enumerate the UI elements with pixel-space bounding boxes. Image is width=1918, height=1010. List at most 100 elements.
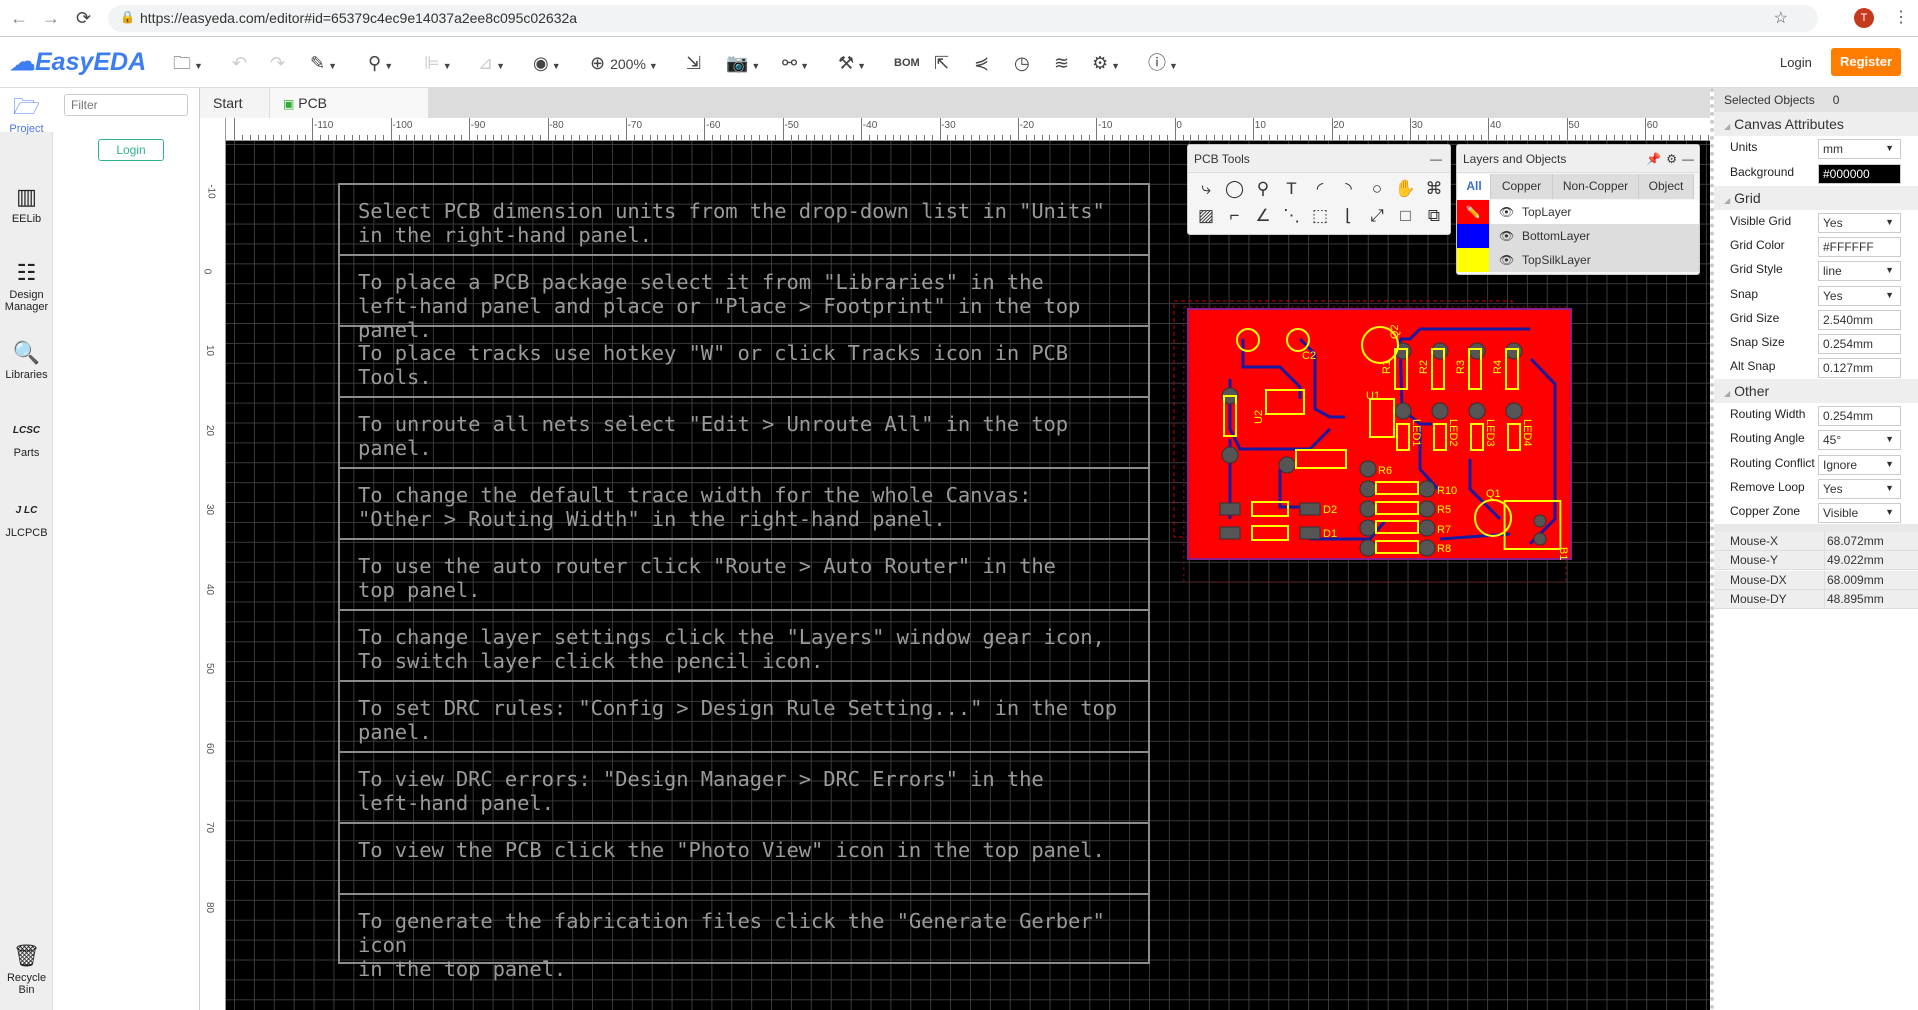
export-button[interactable]: ⇱ [934,51,949,75]
section-grid_header[interactable]: ◢ Grid [1714,186,1918,210]
alt-snap-input[interactable]: 0.127mm [1818,358,1901,378]
image-tool-icon[interactable]: ▨ [1194,204,1218,228]
dimension-tool-icon[interactable]: ⌐ [1223,204,1247,228]
panel-login-button[interactable]: Login [98,139,164,161]
history-icon[interactable]: ◷ [1014,51,1030,75]
via-tool-icon[interactable]: ⚲ [1251,177,1275,201]
grid-style-select[interactable]: line [1818,261,1901,281]
measure-button[interactable]: ⊿ ▼ [478,51,505,75]
sidebar-item-design-manager[interactable]: ☷ Design Manager [0,260,53,313]
arc-tool-icon[interactable]: ◜ [1308,177,1332,201]
trash-icon: 🗑 [12,943,41,968]
pencil-icon[interactable]: ✏️ [1457,200,1489,224]
section-canvas_header[interactable]: ◢ Canvas Attributes [1714,112,1918,136]
login-link[interactable]: Login [1780,55,1812,70]
background-input[interactable]: #000000 [1818,164,1901,184]
tab-object[interactable]: Object [1639,174,1694,199]
pencil-button[interactable]: ✎ ▼ [310,51,337,75]
measure-tool-icon[interactable]: ⤢ [1365,204,1389,228]
pcb-canvas[interactable]: Select PCB dimension units from the drop… [226,141,1710,1010]
view-button[interactable]: ◉ ▼ [533,51,561,75]
section-other_header[interactable]: ◢ Other [1714,379,1918,403]
sidebar-item-eelib[interactable]: ▥ EELib [0,184,53,225]
register-button[interactable]: Register [1831,48,1901,76]
zoom-button[interactable]: ⊕ 200% ▼ [590,51,658,75]
sidebar-item-recycle-bin[interactable]: 🗑 Recycle Bin [0,943,53,996]
sidebar-item-project[interactable]: 🗁 Project [0,88,53,135]
hole-tool-icon[interactable]: ⌘ [1422,177,1446,201]
settings-button[interactable]: ⚙ ▼ [1092,51,1120,75]
copper-area-tool-icon[interactable]: ⌊ [1337,204,1361,228]
ruler-mark [1041,135,1043,140]
region-tool-icon[interactable]: ⬚ [1308,204,1332,228]
reload-icon[interactable]: ⟳ [76,8,91,29]
address-bar[interactable]: 🔒 https://easyeda.com/editor#id=65379c4ec… [108,5,1818,32]
share-icon[interactable]: ⋞ [974,51,989,75]
layer-color-swatch[interactable] [1457,248,1489,272]
minimize-icon[interactable]: — [1430,145,1442,173]
circle-tool-icon[interactable]: ○ [1365,177,1389,201]
place-button[interactable]: ⚲ ▼ [368,51,393,75]
tab-copper[interactable]: Copper [1491,174,1553,199]
track-tool-icon[interactable]: ⤷ [1194,177,1218,201]
eye-icon[interactable]: 👁 [1499,200,1514,224]
connect-pad-tool-icon[interactable]: ⋱ [1280,204,1304,228]
remove-loop-select[interactable]: Yes [1818,479,1901,499]
snap-select[interactable]: Yes [1818,286,1901,306]
pcb-board[interactable]: C2 Q2 U1 U2 R1 R2 R3 R4 LED1 LED2 LED3 L… [1170,299,1590,599]
align-button[interactable]: ⊫ ▼ [424,51,452,75]
forward-icon[interactable]: → [42,8,60,29]
back-icon[interactable]: ← [10,8,28,29]
rect-tool-icon[interactable]: □ [1394,204,1418,228]
grid-size-input[interactable]: 2.540mm [1818,310,1901,330]
arc2-tool-icon[interactable]: ◝ [1337,177,1361,201]
visible-grid-select[interactable]: Yes [1818,213,1901,233]
tools-button[interactable]: ⚒ ▼ [838,51,866,75]
tab-all[interactable]: All [1458,174,1491,199]
grid-color-input[interactable]: #FFFFFF [1818,237,1901,257]
eye-icon[interactable]: 👁 [1499,248,1514,272]
angle-tool-icon[interactable]: ∠ [1251,204,1275,228]
collapse-icon[interactable]: ◢ [1724,389,1730,398]
pin-icon[interactable]: 📌 [1646,145,1661,173]
layers-icon[interactable]: ≋ [1054,51,1069,75]
avatar[interactable]: T [1854,8,1874,28]
camera-button[interactable]: 📷 ▼ [726,51,760,75]
sidebar-item-jlcpcb[interactable]: J LC JLCPCB [0,498,53,539]
filter-input[interactable] [64,94,188,116]
routing-conflict-select[interactable]: Ignore [1818,455,1901,475]
star-icon[interactable]: ☆ [1774,8,1788,28]
route-button[interactable]: ⚯ ▼ [782,51,809,75]
bom-button[interactable]: BOM [894,51,920,75]
text-tool-icon[interactable]: T [1280,177,1304,201]
layer-row-topsilk[interactable]: 👁 TopSilkLayer [1457,248,1699,272]
layer-row-bottom[interactable]: 👁 BottomLayer [1457,224,1699,248]
copper-zone-select[interactable]: Visible [1818,503,1901,523]
sidebar-item-parts[interactable]: LCSC Parts [0,418,53,459]
sidebar-item-libraries[interactable]: 🔍 Libraries [0,340,53,381]
routing-width-input[interactable]: 0.254mm [1818,406,1901,426]
units-select[interactable]: mm [1818,139,1901,159]
gear-icon[interactable]: ⚙ [1666,145,1677,173]
redo-button[interactable]: ↷ [270,51,285,75]
tab-non-copper[interactable]: Non-Copper [1553,174,1639,199]
ruler-mark [1449,135,1451,140]
pad-tool-icon[interactable]: ◯ [1223,177,1247,201]
menu-icon[interactable]: ⋮ [1893,7,1909,27]
file-button[interactable]: 🗀 ▼ [173,51,203,75]
undo-button[interactable]: ↶ [232,51,247,75]
routing-angle-select[interactable]: 45° [1818,430,1901,450]
layer-color-swatch[interactable] [1457,224,1489,248]
help-button[interactable]: ⓘ ▼ [1148,51,1178,75]
import-button[interactable]: ⇲ [686,51,701,75]
tab-pcb[interactable]: ▣ PCB [270,88,429,118]
snap-size-input[interactable]: 0.254mm [1818,334,1901,354]
tab-start[interactable]: Start [200,88,270,118]
eye-icon[interactable]: 👁 [1499,224,1514,248]
collapse-icon[interactable]: ◢ [1724,196,1730,205]
group-tool-icon[interactable]: ⧉ [1422,204,1446,228]
pan-tool-icon[interactable]: ✋ [1394,177,1418,201]
minimize-icon[interactable]: — [1682,145,1694,173]
layer-row-top[interactable]: ✏️ 👁 TopLayer [1457,200,1699,224]
collapse-icon[interactable]: ◢ [1724,122,1730,131]
